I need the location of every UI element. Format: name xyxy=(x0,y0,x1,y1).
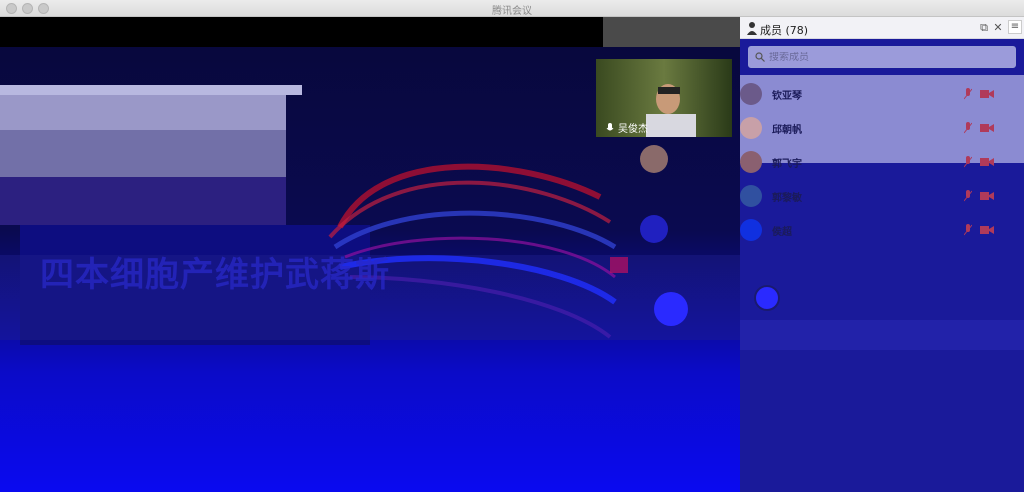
camera-icon[interactable] xyxy=(980,157,994,167)
window-title: 腾讯会议 xyxy=(492,6,532,17)
microphone-muted-icon[interactable] xyxy=(964,190,972,202)
close-icon[interactable]: ✕ xyxy=(992,22,1004,34)
avatar xyxy=(740,83,762,105)
top-black-band xyxy=(0,17,605,47)
member-panel-header: 成员 (78) ⧉ ✕ xyxy=(740,17,1024,39)
avatar xyxy=(740,219,762,241)
slide-block-2 xyxy=(0,130,286,177)
video-strip: 吴俊杰 xyxy=(588,17,740,492)
avatar xyxy=(754,285,780,311)
participant-avatar[interactable] xyxy=(654,292,688,326)
person-icon xyxy=(747,22,757,35)
camera-icon[interactable] xyxy=(980,191,994,201)
microphone-muted-icon[interactable] xyxy=(964,156,972,168)
popout-icon[interactable]: ⧉ xyxy=(978,22,990,34)
window-titlebar: 腾讯会议 xyxy=(0,0,1024,17)
avatar xyxy=(740,151,762,173)
participant-avatar[interactable] xyxy=(640,215,668,243)
slide-block-1 xyxy=(0,95,286,130)
list-item[interactable]: 邱朝帆 xyxy=(740,111,1024,145)
avatar xyxy=(740,117,762,139)
video-tile[interactable]: 吴俊杰 xyxy=(596,59,732,137)
participant-avatar[interactable] xyxy=(640,145,668,173)
search-icon xyxy=(755,52,765,62)
microphone-muted-icon[interactable] xyxy=(964,224,972,236)
list-item[interactable]: 钦亚琴 xyxy=(740,77,1024,111)
camera-icon[interactable] xyxy=(980,89,994,99)
list-item[interactable]: 郭飞宇 xyxy=(740,145,1024,179)
microphone-icon xyxy=(606,122,614,130)
list-item[interactable]: 侯超 xyxy=(740,213,1024,247)
camera-icon[interactable] xyxy=(980,225,994,235)
member-panel-title: 成员 (78) xyxy=(760,24,809,37)
member-name: 郭黎敏 xyxy=(772,192,802,204)
microphone-muted-icon[interactable] xyxy=(964,122,972,134)
glitch-block xyxy=(610,257,628,273)
member-list: 钦亚琴 邱朝帆 郭飞宇 郭黎敏 侯超 xyxy=(740,77,1024,247)
member-name: 钦亚琴 xyxy=(772,90,802,102)
member-name: 侯超 xyxy=(772,226,792,238)
member-name: 邱朝帆 xyxy=(772,124,802,136)
member-name: 郭飞宇 xyxy=(772,158,802,170)
list-item[interactable]: 郭黎敏 xyxy=(740,179,1024,213)
slide-title: 四本细胞产维护武蒋斯 xyxy=(40,255,390,295)
member-panel: 成员 (78) ⧉ ✕ 钦亚琴 邱朝帆 郭飞宇 xyxy=(740,17,1024,492)
avatar xyxy=(740,185,762,207)
search-input[interactable] xyxy=(769,51,999,63)
video-tile-name: 吴俊杰 xyxy=(618,124,648,135)
strip-top-gray xyxy=(603,17,740,47)
camera-icon[interactable] xyxy=(980,123,994,133)
slide-bar-light xyxy=(0,85,302,95)
member-search[interactable] xyxy=(748,46,1016,68)
menu-icon[interactable]: ≡ xyxy=(1008,20,1022,34)
slide-block-3 xyxy=(0,177,286,225)
glitch-band xyxy=(740,320,1024,350)
video-tile-label: 吴俊杰 xyxy=(606,120,648,135)
microphone-muted-icon[interactable] xyxy=(964,88,972,100)
